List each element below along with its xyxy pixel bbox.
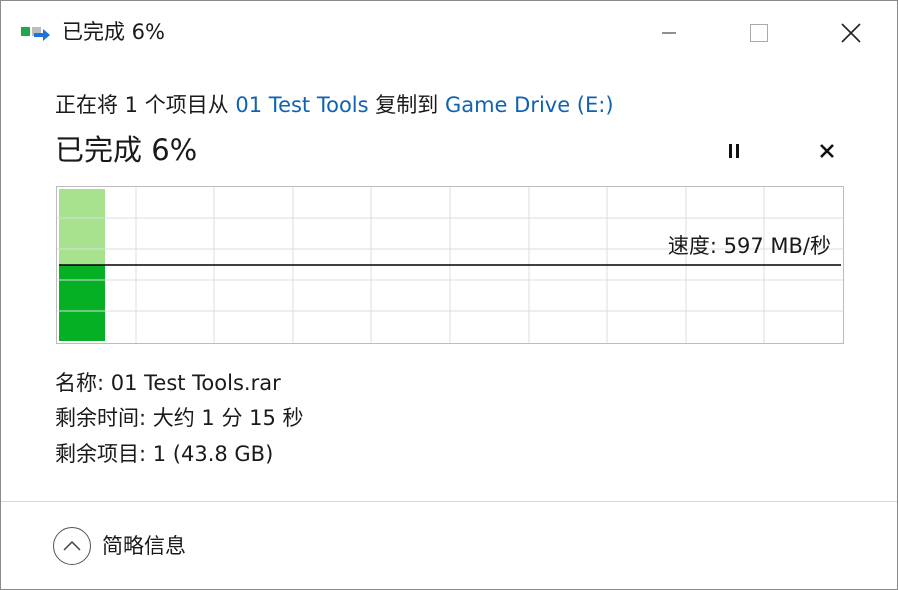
copy-progress-window: 已完成 6% 正在将 1 个项目从 01 Test Tools 复制到 Game… <box>0 0 898 590</box>
pause-icon <box>729 144 739 158</box>
cancel-icon <box>820 144 834 158</box>
minimize-icon <box>662 32 676 34</box>
footer-divider <box>1 501 897 502</box>
destination-drive-link[interactable]: Game Drive (E:) <box>445 93 614 117</box>
file-name: 名称: 01 Test Tools.rar <box>55 371 281 395</box>
close-icon <box>841 23 861 43</box>
copy-middle: 复制到 <box>375 93 439 117</box>
maximize-icon <box>750 24 768 42</box>
maximize-button[interactable] <box>737 13 781 53</box>
close-button[interactable] <box>829 13 873 53</box>
progress-fill-lower <box>59 265 105 341</box>
time-remaining: 剩余时间: 大约 1 分 15 秒 <box>55 406 304 430</box>
source-folder-link[interactable]: 01 Test Tools <box>235 93 368 117</box>
progress-heading: 已完成 6% <box>55 133 198 167</box>
fewer-details-toggle[interactable]: 简略信息 <box>53 527 186 565</box>
copy-file-icon <box>21 25 51 45</box>
window-title: 已完成 6% <box>62 20 165 44</box>
speed-graph-canvas <box>57 187 843 343</box>
title-bar[interactable]: 已完成 6% <box>1 1 897 63</box>
items-remaining: 剩余项目: 1 (43.8 GB) <box>55 442 274 466</box>
progress-fill-upper <box>59 189 105 265</box>
copy-prefix: 正在将 1 个项目从 <box>55 93 229 117</box>
minimize-button[interactable] <box>647 13 691 53</box>
pause-button[interactable] <box>717 134 751 168</box>
fewer-details-label[interactable]: 简略信息 <box>102 532 186 560</box>
speed-label: 速度: 597 MB/秒 <box>667 234 831 258</box>
cancel-copy-button[interactable] <box>810 134 844 168</box>
chevron-up-icon[interactable] <box>53 527 91 565</box>
copy-description: 正在将 1 个项目从 01 Test Tools 复制到 Game Drive … <box>55 91 614 119</box>
transfer-speed-graph: 速度: 597 MB/秒 <box>56 186 844 344</box>
